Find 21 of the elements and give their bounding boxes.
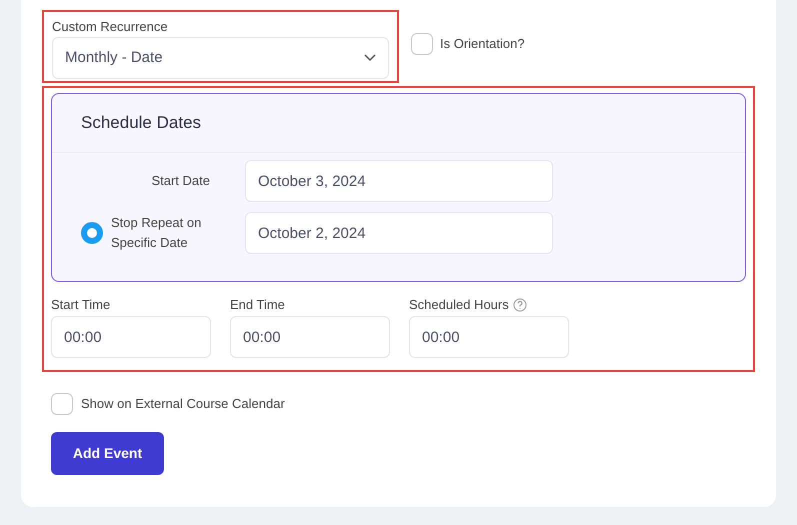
field-label: End Time	[230, 296, 285, 314]
date-field[interactable]: October 2, 2024	[245, 212, 553, 254]
time-field[interactable]: 00:00	[51, 316, 211, 358]
field-label: Scheduled Hours	[409, 296, 509, 314]
field-label: Start Date	[151, 172, 210, 190]
add-event-button[interactable]: Add Event	[51, 432, 164, 475]
checkbox-label: Show on External Course Calendar	[81, 395, 285, 414]
time-field[interactable]: 00:00	[409, 316, 569, 358]
checkbox-label: Is Orientation?	[440, 34, 525, 53]
panel-title: Schedule Dates	[81, 112, 202, 134]
radio-label: Stop Repeat on Specific Date	[111, 214, 202, 252]
recurrence-select[interactable]: Monthly - Date	[52, 37, 389, 79]
field-label: Start Time	[51, 296, 110, 314]
radio-button[interactable]	[81, 222, 103, 244]
help-icon[interactable]	[512, 298, 527, 312]
field-label: Custom Recurrence	[52, 18, 169, 34]
chevron-down-icon	[364, 54, 376, 62]
time-field[interactable]: 00:00	[230, 316, 390, 358]
orientation-checkbox[interactable]	[411, 32, 433, 54]
date-field[interactable]: October 3, 2024	[245, 160, 553, 202]
calendar-checkbox[interactable]	[51, 393, 73, 415]
